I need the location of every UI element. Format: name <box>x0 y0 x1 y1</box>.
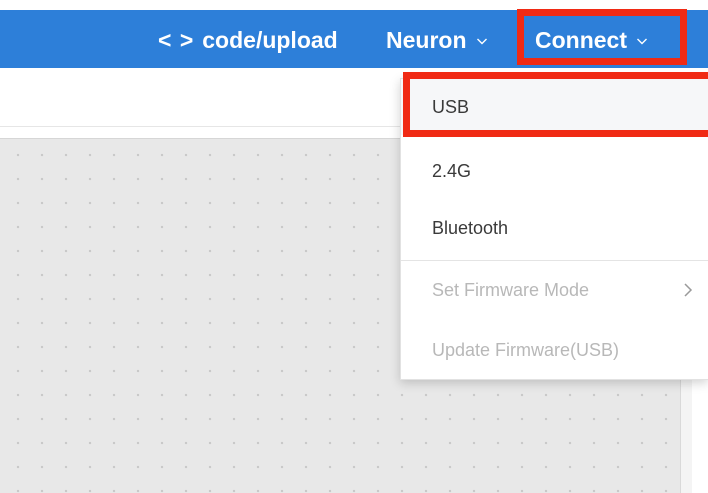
menu-item-label: Update Firmware(USB) <box>432 339 620 360</box>
menu-item-label: 2.4G <box>432 160 472 181</box>
menu-item-bluetooth[interactable]: Bluetooth <box>401 200 708 256</box>
menu-item-label: USB <box>432 96 470 117</box>
menu-item-update-firmware-usb: Update Firmware(USB) <box>401 322 708 378</box>
code-upload-label: code/upload <box>202 26 338 53</box>
code-upload-button[interactable]: < > code/upload <box>158 20 338 60</box>
connect-menu[interactable]: Connect <box>535 20 648 60</box>
menu-item-label: Set Firmware Mode <box>432 279 590 300</box>
menu-item-set-firmware-mode: Set Firmware Mode <box>401 262 708 318</box>
menu-item-usb[interactable]: USB <box>401 79 708 135</box>
chevron-down-icon <box>476 35 488 47</box>
menu-item-label: Bluetooth <box>432 217 509 238</box>
top-menu-bar: < > code/upload Neuron Connect <box>0 0 708 68</box>
connect-dropdown-menu: USB 2.4G Bluetooth Set Firmware Mode Upd… <box>400 78 708 380</box>
chevron-right-icon <box>683 282 693 298</box>
menu-separator <box>401 260 708 261</box>
chevron-down-icon <box>636 35 648 47</box>
neuron-menu[interactable]: Neuron <box>386 20 488 60</box>
app-window: < > code/upload Neuron Connect USB 2.4G <box>0 0 708 493</box>
menu-item-2-4g[interactable]: 2.4G <box>401 143 708 199</box>
connect-label: Connect <box>535 26 627 53</box>
code-brackets-icon: < > <box>158 26 195 53</box>
neuron-label: Neuron <box>386 26 467 53</box>
